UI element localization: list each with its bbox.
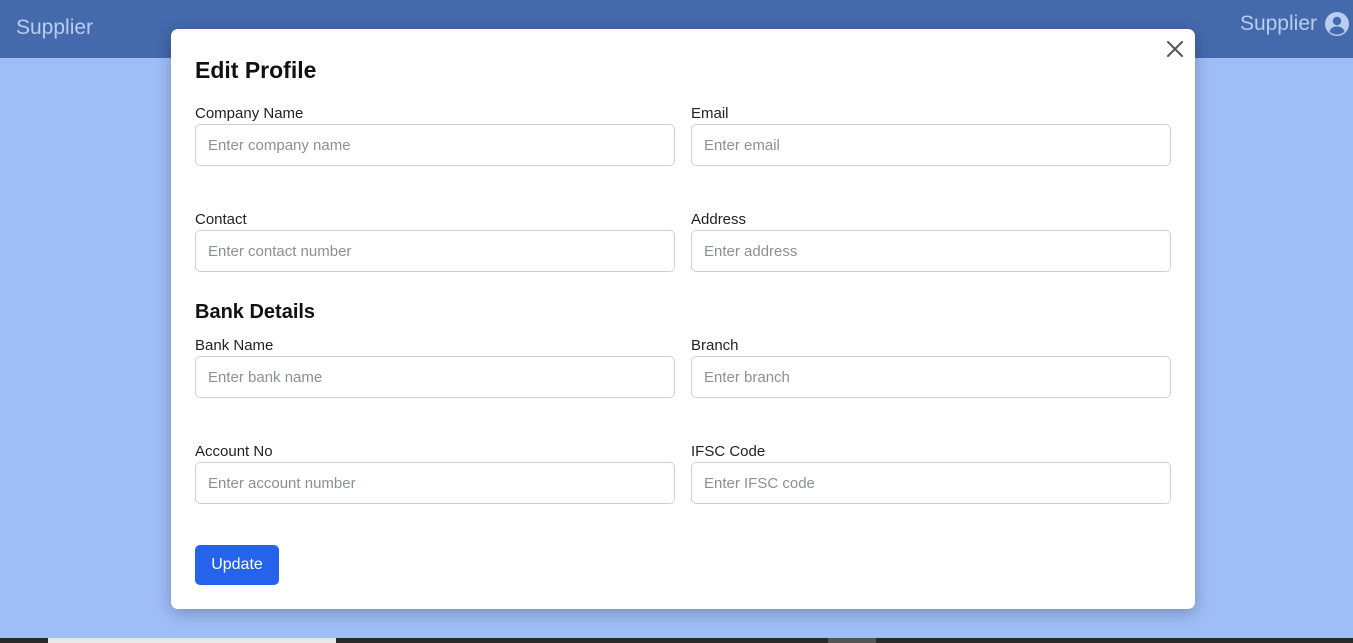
ifsc-code-label: IFSC Code — [691, 443, 766, 460]
ifsc-code-group: IFSC Code — [691, 442, 1171, 504]
bank-details-heading: Bank Details — [195, 301, 316, 323]
company-name-label: Company Name — [195, 105, 304, 122]
modal-title: Edit Profile — [195, 57, 317, 83]
address-group: Address — [691, 210, 1171, 272]
branch-group: Branch — [691, 336, 1171, 398]
account-no-input[interactable] — [195, 462, 675, 504]
taskbar — [0, 638, 1353, 643]
email-input[interactable] — [691, 124, 1171, 166]
contact-label: Contact — [195, 211, 247, 228]
user-menu[interactable]: Supplier — [1240, 12, 1349, 36]
contact-group: Contact — [195, 210, 675, 272]
address-label: Address — [691, 211, 747, 228]
account-no-group: Account No — [195, 442, 675, 504]
user-name-label: Supplier — [1239, 12, 1317, 35]
bank-name-group: Bank Name — [195, 336, 675, 398]
branch-label: Branch — [691, 337, 739, 354]
ifsc-code-input[interactable] — [691, 462, 1171, 504]
address-input[interactable] — [691, 230, 1171, 272]
close-icon[interactable] — [1165, 39, 1185, 59]
contact-input[interactable] — [195, 230, 675, 272]
email-group: Email — [691, 104, 1171, 166]
company-name-input[interactable] — [195, 124, 675, 166]
taskbar-active-item[interactable] — [48, 638, 336, 643]
branch-input[interactable] — [691, 356, 1171, 398]
company-name-group: Company Name — [195, 104, 675, 166]
email-label: Email — [691, 105, 729, 122]
bank-name-input[interactable] — [195, 356, 675, 398]
taskbar-item[interactable] — [828, 638, 876, 643]
bank-name-label: Bank Name — [195, 337, 274, 354]
user-circle-icon[interactable] — [1325, 12, 1349, 36]
account-no-label: Account No — [195, 443, 273, 460]
update-button[interactable]: Update — [195, 545, 279, 585]
brand-title[interactable]: Supplier — [16, 16, 93, 40]
edit-profile-modal: Edit Profile Company Name Email Contact … — [171, 29, 1195, 609]
